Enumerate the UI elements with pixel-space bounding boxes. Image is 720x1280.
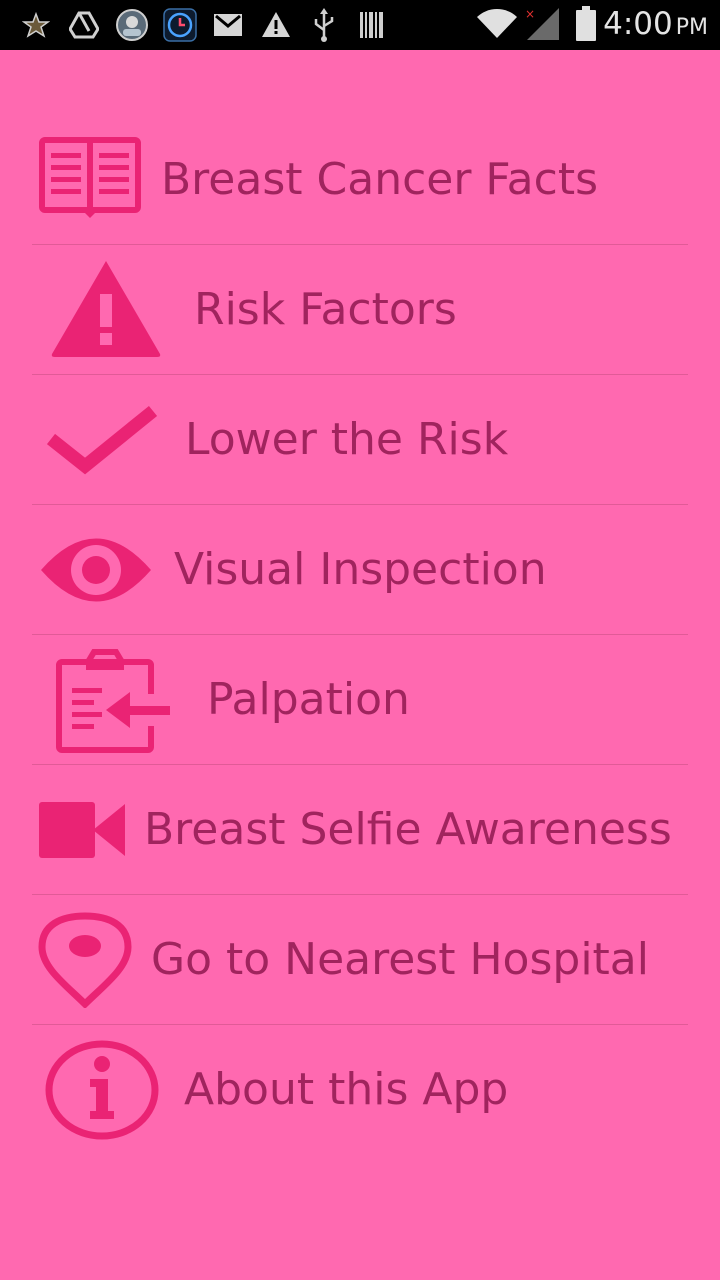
eye-icon	[41, 538, 151, 602]
menu-item-visual-inspection[interactable]: Visual Inspection	[32, 505, 688, 635]
warning-triangle-icon	[51, 261, 161, 357]
clipboard-arrow-icon	[56, 649, 170, 753]
menu-item-risk-factors[interactable]: Risk Factors	[32, 245, 688, 375]
menu-item-label: Lower the Risk	[185, 414, 509, 465]
battery-icon	[576, 6, 596, 41]
clock-app-icon	[163, 8, 197, 42]
menu-item-lower-the-risk[interactable]: Lower the Risk	[32, 375, 688, 505]
avatar-notification-icon	[116, 9, 148, 41]
menu-item-label: Palpation	[207, 674, 410, 725]
menu-item-label: Risk Factors	[194, 284, 457, 335]
location-pin-icon	[38, 912, 132, 1008]
menu-item-go-to-nearest-hospital[interactable]: Go to Nearest Hospital	[32, 895, 688, 1025]
svg-text:×: ×	[525, 7, 535, 21]
status-clock: 4:00 PM	[603, 4, 708, 48]
menu-item-label: Breast Selfie Awareness	[144, 804, 672, 855]
open-book-icon	[39, 137, 141, 218]
usb-icon	[314, 8, 334, 42]
menu-item-label: About this App	[184, 1064, 509, 1115]
warning-icon	[262, 12, 290, 37]
menu-item-label: Go to Nearest Hospital	[151, 934, 649, 985]
video-camera-icon	[39, 802, 125, 858]
clock-ampm: PM	[675, 15, 708, 40]
wifi-icon	[477, 9, 517, 38]
clock-time: 4:00	[603, 6, 673, 42]
status-bar: × 4:00 PM	[0, 0, 720, 50]
gmail-icon	[214, 14, 242, 36]
signal-icon: ×	[525, 7, 559, 40]
menu-item-label: Visual Inspection	[174, 544, 547, 595]
main-menu: Breast Cancer Facts Risk Factors Lower t…	[32, 115, 688, 1154]
menu-item-palpation[interactable]: Palpation	[32, 635, 688, 765]
menu-item-label: Breast Cancer Facts	[161, 154, 599, 205]
star-notification-icon	[22, 12, 50, 38]
barcode-icon	[360, 12, 383, 38]
info-icon	[45, 1040, 159, 1140]
checkmark-icon	[46, 405, 158, 475]
menu-item-breast-cancer-facts[interactable]: Breast Cancer Facts	[32, 115, 688, 245]
menu-item-about-this-app[interactable]: About this App	[32, 1025, 688, 1154]
menu-item-breast-selfie-awareness[interactable]: Breast Selfie Awareness	[32, 765, 688, 895]
drive-icon	[69, 11, 99, 39]
